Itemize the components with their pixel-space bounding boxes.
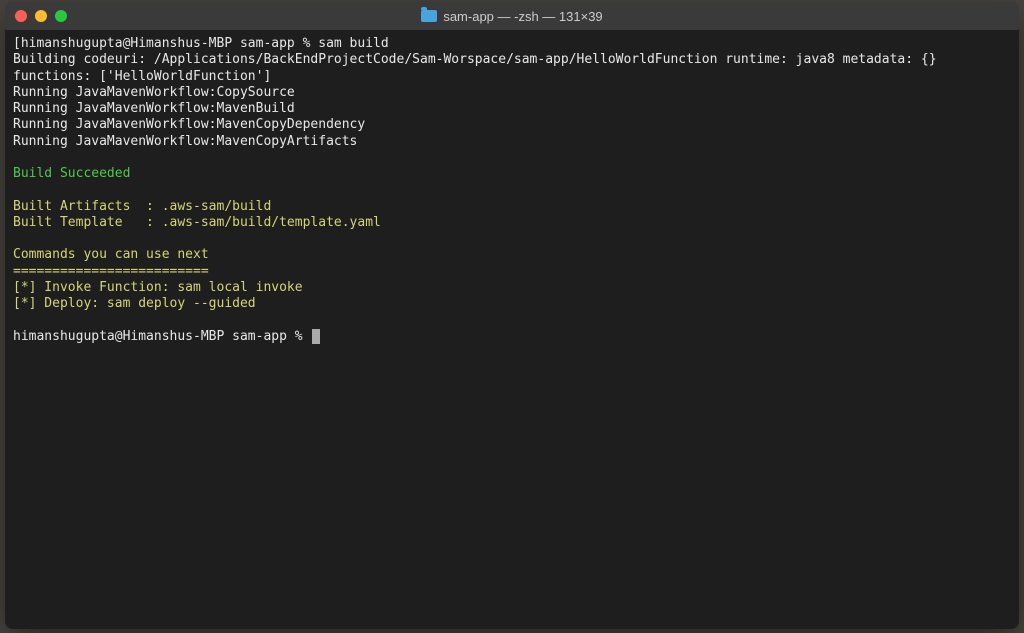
prompt-line: [himanshugupta@Himanshus-MBP sam-app % s… bbox=[13, 36, 1011, 52]
blank-line bbox=[13, 231, 1011, 247]
command-suggestion: [*] Deploy: sam deploy --guided bbox=[13, 296, 1011, 312]
command-suggestion: [*] Invoke Function: sam local invoke bbox=[13, 280, 1011, 296]
scrollbar-thumb[interactable] bbox=[1012, 35, 1019, 235]
prompt-line: himanshugupta@Himanshus-MBP sam-app % bbox=[13, 329, 1011, 345]
blank-line bbox=[13, 150, 1011, 166]
output-line: Running JavaMavenWorkflow:CopySource bbox=[13, 85, 1011, 101]
template-line: Built Template : .aws-sam/build/template… bbox=[13, 215, 1011, 231]
blank-line bbox=[13, 312, 1011, 328]
commands-divider: ========================= bbox=[13, 264, 1011, 280]
window-title-area: sam-app — -zsh — 131×39 bbox=[421, 9, 602, 24]
minimize-button[interactable] bbox=[35, 10, 47, 22]
terminal-body[interactable]: [himanshugupta@Himanshus-MBP sam-app % s… bbox=[5, 30, 1019, 629]
command-text: sam build bbox=[318, 36, 388, 51]
terminal-window: sam-app — -zsh — 131×39 [himanshugupta@H… bbox=[5, 2, 1019, 629]
commands-header: Commands you can use next bbox=[13, 247, 1011, 263]
titlebar[interactable]: sam-app — -zsh — 131×39 bbox=[5, 2, 1019, 30]
output-line: Running JavaMavenWorkflow:MavenBuild bbox=[13, 101, 1011, 117]
prompt-text: himanshugupta@Himanshus-MBP sam-app % bbox=[21, 36, 318, 51]
output-line: Running JavaMavenWorkflow:MavenCopyDepen… bbox=[13, 117, 1011, 133]
output-line: Building codeuri: /Applications/BackEndP… bbox=[13, 52, 1011, 85]
traffic-lights bbox=[5, 10, 67, 22]
window-title: sam-app — -zsh — 131×39 bbox=[443, 9, 602, 24]
success-line: Build Succeeded bbox=[13, 166, 1011, 182]
close-button[interactable] bbox=[15, 10, 27, 22]
blank-line bbox=[13, 182, 1011, 198]
artifacts-line: Built Artifacts : .aws-sam/build bbox=[13, 199, 1011, 215]
prompt-text: himanshugupta@Himanshus-MBP sam-app % bbox=[13, 329, 310, 344]
output-line: Running JavaMavenWorkflow:MavenCopyArtif… bbox=[13, 134, 1011, 150]
maximize-button[interactable] bbox=[55, 10, 67, 22]
cursor bbox=[312, 329, 320, 344]
folder-icon bbox=[421, 10, 437, 22]
